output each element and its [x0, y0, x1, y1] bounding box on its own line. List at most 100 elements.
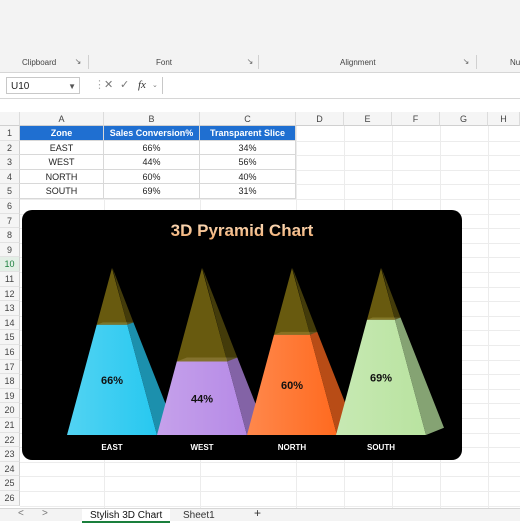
- table-cell[interactable]: 44%: [104, 155, 200, 170]
- row-header-20[interactable]: 20: [0, 403, 20, 418]
- table-cell[interactable]: SOUTH: [20, 184, 104, 199]
- table-cell[interactable]: EAST: [20, 140, 104, 156]
- select-all-corner[interactable]: [0, 112, 20, 126]
- category-label: NORTH: [278, 443, 307, 452]
- table-header-cell[interactable]: Sales Conversion%: [104, 126, 200, 141]
- gridline-row: [20, 461, 520, 463]
- sheet-tab-label: Stylish 3D Chart: [90, 510, 163, 521]
- table-cell[interactable]: 56%: [200, 155, 296, 170]
- pyramid-chart[interactable]: 3D Pyramid Chart 66% EAST 44% WEST 60% NORTH 6…: [22, 210, 462, 460]
- formula-buttons: ⋮ ✕ ✓ fx ⌄: [94, 77, 160, 94]
- row-header-2[interactable]: 2: [0, 140, 20, 156]
- data-label: 44%: [191, 393, 213, 405]
- row-header-4[interactable]: 4: [0, 169, 20, 185]
- table-cell[interactable]: 66%: [104, 140, 200, 156]
- row-header-10[interactable]: 10: [0, 257, 20, 272]
- table-header-cell[interactable]: Zone: [20, 126, 104, 141]
- ribbon-group-clipboard: Clipboard: [22, 58, 56, 67]
- column-header-c[interactable]: C: [200, 112, 296, 126]
- row-header-26[interactable]: 26: [0, 491, 20, 506]
- table-cell[interactable]: 31%: [200, 184, 296, 199]
- ribbon-group-label: Nu: [510, 58, 520, 67]
- row-header-6[interactable]: 6: [0, 199, 20, 214]
- column-header-b[interactable]: B: [104, 112, 200, 126]
- table-cell[interactable]: 40%: [200, 169, 296, 185]
- row-header-21[interactable]: 21: [0, 418, 20, 433]
- formula-input[interactable]: [162, 77, 520, 94]
- row-header-18[interactable]: 18: [0, 374, 20, 389]
- table-cell[interactable]: WEST: [20, 155, 104, 170]
- sheet-tab-label: Sheet1: [183, 510, 215, 521]
- row-header-15[interactable]: 15: [0, 330, 20, 345]
- category-label: EAST: [101, 443, 122, 452]
- sheet-tab-stylish-3d-chart[interactable]: Stylish 3D Chart: [82, 509, 171, 523]
- enter-icon[interactable]: ✓: [120, 77, 129, 94]
- column-header-h[interactable]: H: [488, 112, 520, 126]
- ribbon-group-font: Font: [156, 58, 172, 67]
- cancel-icon[interactable]: ✕: [104, 77, 113, 94]
- gridline-row: [20, 491, 520, 492]
- chart-plot-area: 66% EAST 44% WEST 60% NORTH 69% SOUTH: [67, 268, 444, 452]
- row-header-12[interactable]: 12: [0, 286, 20, 302]
- table-cell[interactable]: 69%: [104, 184, 200, 199]
- row-header-25[interactable]: 25: [0, 476, 20, 491]
- row-header-8[interactable]: 8: [0, 228, 20, 243]
- data-label: 60%: [281, 380, 303, 392]
- row-header-13[interactable]: 13: [0, 301, 20, 316]
- column-header-e[interactable]: E: [344, 112, 392, 126]
- ribbon-group-label: Font: [156, 58, 173, 67]
- chart-canvas: 3D Pyramid Chart 66%EAST44%WEST60%NORTH6…: [67, 221, 444, 452]
- row-header-11[interactable]: 11: [0, 272, 20, 287]
- table-header-cell[interactable]: Transparent Slice: [200, 126, 296, 141]
- data-label: 66%: [101, 375, 123, 387]
- ribbon-separator: [88, 55, 89, 69]
- pyramid-north: 60% NORTH: [247, 268, 355, 452]
- insert-function-icon[interactable]: fx: [138, 77, 146, 94]
- prev-sheet-icon[interactable]: <: [18, 508, 24, 519]
- column-header-g[interactable]: G: [440, 112, 488, 126]
- gridline-row: [20, 199, 520, 200]
- column-header-f[interactable]: F: [392, 112, 440, 126]
- table-cell[interactable]: 34%: [200, 140, 296, 156]
- pyramid-south: 69% SOUTH: [336, 268, 444, 452]
- row-header-19[interactable]: 19: [0, 388, 20, 404]
- formula-bar: U10 ▼ ⋮ ✕ ✓ fx ⌄: [0, 74, 520, 99]
- ribbon-top: [0, 0, 520, 52]
- sheet-tab-sheet1[interactable]: Sheet1: [175, 509, 223, 521]
- category-label: SOUTH: [367, 443, 395, 452]
- ribbon-group-number: Nu: [510, 58, 520, 67]
- row-header-17[interactable]: 17: [0, 359, 20, 375]
- row-header-3[interactable]: 3: [0, 155, 20, 170]
- row-header-5[interactable]: 5: [0, 184, 20, 199]
- next-sheet-icon[interactable]: >: [42, 508, 48, 519]
- row-header-1[interactable]: 1: [0, 126, 20, 141]
- row-header-22[interactable]: 22: [0, 432, 20, 448]
- ribbon-group-label: Clipboard: [22, 58, 57, 67]
- row-header-16[interactable]: 16: [0, 345, 20, 360]
- column-header-d[interactable]: D: [296, 112, 344, 126]
- ribbon-separator: [476, 55, 477, 69]
- row-header-9[interactable]: 9: [0, 242, 20, 258]
- chevron-down-icon[interactable]: ⌄: [152, 77, 158, 94]
- name-box-value: U10: [11, 81, 30, 92]
- row-header-23[interactable]: 23: [0, 447, 20, 462]
- table-cell[interactable]: 60%: [104, 169, 200, 185]
- gridline-row: [20, 505, 520, 507]
- chevron-down-icon[interactable]: ▼: [68, 78, 76, 95]
- gridline-column: [488, 126, 489, 508]
- category-label: WEST: [190, 443, 213, 452]
- table-cell[interactable]: NORTH: [20, 169, 104, 185]
- ribbon-separator: [258, 55, 259, 69]
- column-header-a[interactable]: A: [20, 112, 104, 126]
- row-header-24[interactable]: 24: [0, 461, 20, 477]
- pyramid-west: 44% WEST: [157, 268, 265, 452]
- gridline-row: [20, 476, 520, 478]
- row-header-7[interactable]: 7: [0, 213, 20, 229]
- ribbon-group-labels: Clipboard ↘ Font ↘ Alignment ↘ Nu: [0, 52, 520, 73]
- ribbon-group-label: Alignment: [340, 58, 376, 67]
- row-header-14[interactable]: 14: [0, 315, 20, 331]
- add-sheet-icon[interactable]: +: [254, 506, 261, 520]
- ribbon-group-alignment: Alignment: [340, 58, 376, 67]
- pyramid-east: 66% EAST: [67, 268, 175, 452]
- name-box[interactable]: U10 ▼: [6, 77, 80, 94]
